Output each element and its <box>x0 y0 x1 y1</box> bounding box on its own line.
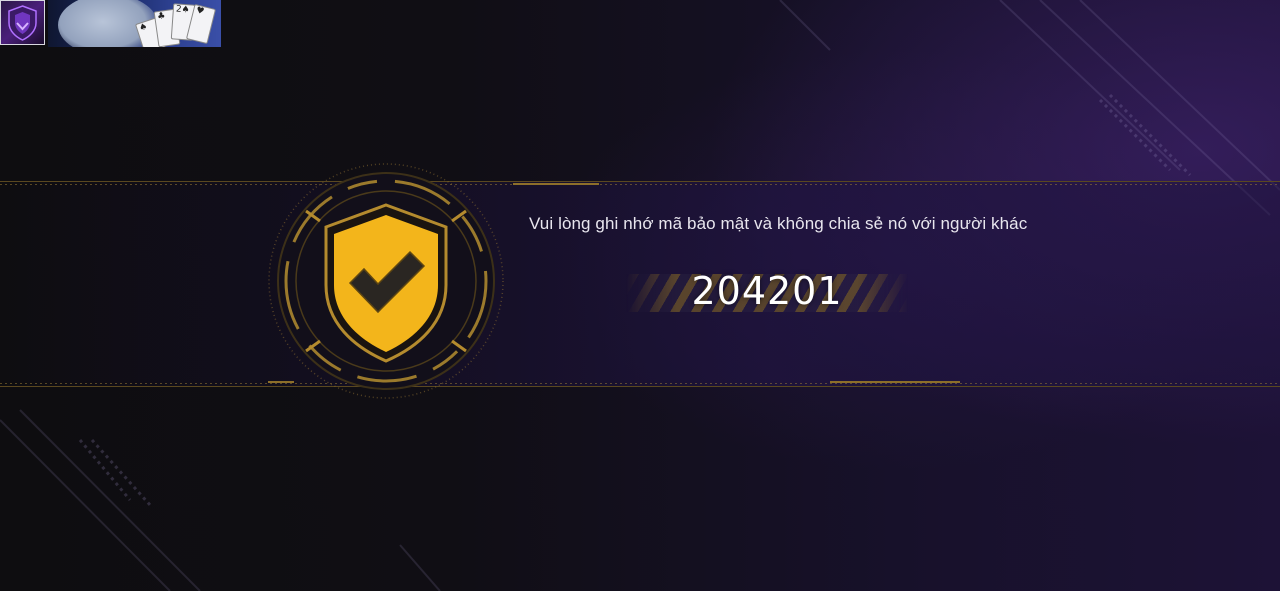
banner-bottom-dotted-border <box>0 383 1280 384</box>
banner-top-border <box>0 181 1280 182</box>
shield-avatar-icon <box>8 5 37 41</box>
banner-top-dotted-border <box>0 184 1280 185</box>
player-avatar[interactable] <box>0 0 45 45</box>
shield-check-icon <box>268 163 504 399</box>
game-thumbnail[interactable]: ♠ ♣ 2♠ ♥ <box>48 0 221 47</box>
banner-accent <box>830 381 960 383</box>
security-message: Vui lòng ghi nhớ mã bảo mật và không chi… <box>529 214 1028 233</box>
security-code: 204201 <box>691 269 843 313</box>
banner-accent <box>513 183 599 185</box>
security-code-screen: ♠ ♣ 2♠ ♥ Vui lòng ghi nhớ mã bảo mật và … <box>0 0 1280 591</box>
banner-bottom-border <box>0 386 1280 387</box>
